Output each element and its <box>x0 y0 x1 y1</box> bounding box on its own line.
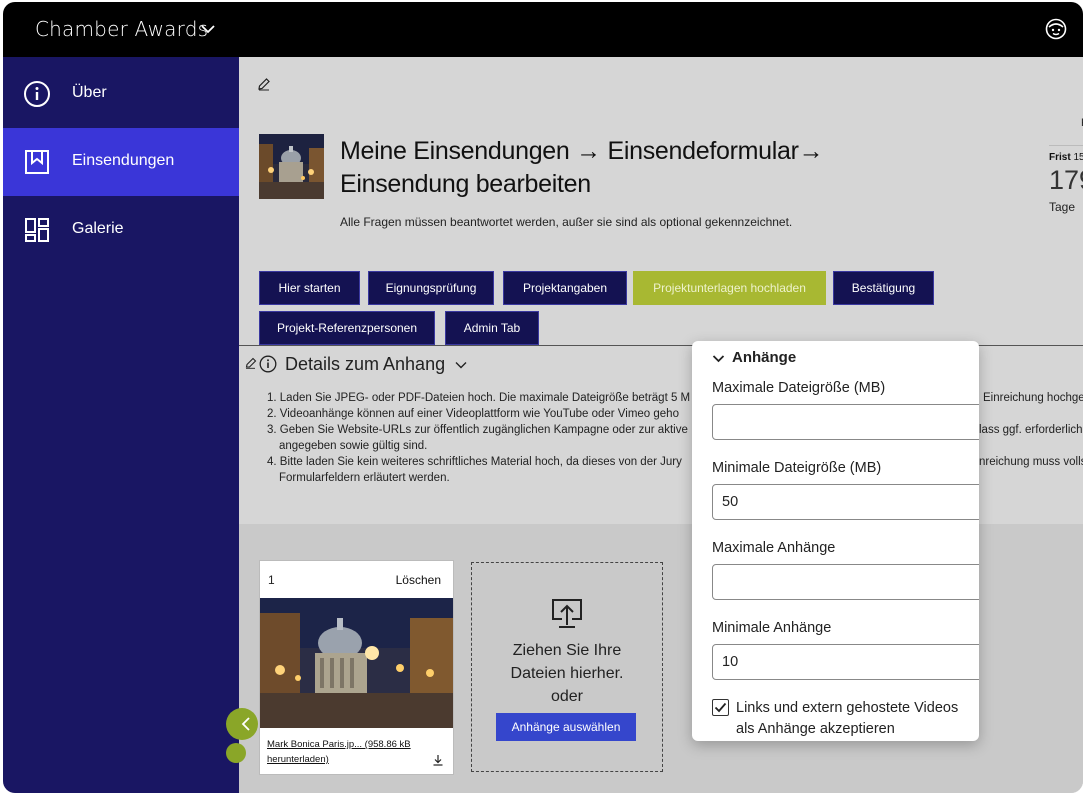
edit-icon[interactable] <box>257 77 271 91</box>
instruction-item: Einreichung hochge <box>983 392 1083 404</box>
sidebar-item-label: Galerie <box>72 220 124 237</box>
max-file-size-label: Maximale Dateigröße (MB) <box>712 380 886 396</box>
accept-links-checkbox[interactable] <box>712 699 729 716</box>
delete-button[interactable]: Löschen <box>396 573 441 587</box>
max-attachments-label: Maximale Anhänge <box>712 540 836 556</box>
drop-zone-line: oder <box>550 688 584 705</box>
deadline-header-text: K <box>1081 117 1083 129</box>
min-attachments-input[interactable] <box>712 644 979 680</box>
instruction-item: Formularfeldern erläutert werden. <box>279 472 450 484</box>
sidebar-item-submissions[interactable]: Einsendungen <box>3 128 239 196</box>
deadline-value: 15. <box>1073 152 1083 163</box>
days-label: Tage <box>1049 200 1076 214</box>
tab-eignungspruefung[interactable]: Eignungsprüfung <box>368 271 494 305</box>
deadline-date: Frist 15. <box>1049 152 1083 163</box>
app-title[interactable]: Chamber Awards <box>35 17 208 41</box>
instruction-item: 3. Geben Sie Website-URLs zur öffentlich… <box>267 424 688 436</box>
user-avatar-icon[interactable] <box>1045 18 1067 40</box>
chevron-down-icon[interactable] <box>454 358 468 372</box>
info-icon <box>259 355 277 373</box>
details-title: Details zum Anhang <box>285 354 446 374</box>
info-icon <box>24 81 50 107</box>
gallery-icon <box>25 218 49 242</box>
instruction-item: 1. Laden Sie JPEG- oder PDF-Dateien hoch… <box>267 392 691 404</box>
sidebar: Über Einsendungen Galerie <box>3 57 239 793</box>
tab-projekt-referenzpersonen[interactable]: Projekt-Referenzpersonen <box>259 311 435 345</box>
drop-zone-line: Ziehen Sie Ihre <box>512 642 622 659</box>
tab-projektunterlagen-hochladen[interactable]: Projektunterlagen hochladen <box>633 271 826 305</box>
max-file-size-input[interactable] <box>712 404 979 440</box>
sidebar-item-about[interactable]: Über <box>3 60 239 128</box>
panel-title: Anhänge <box>732 349 797 366</box>
app-window: Chamber Awards Über Einsendungen Galerie <box>3 2 1083 793</box>
sidebar-item-gallery[interactable]: Galerie <box>3 196 239 264</box>
page-subtitle: Alle Fragen müssen beantwortet werden, a… <box>340 215 793 229</box>
sidebar-item-label: Über <box>72 84 107 101</box>
max-attachments-input[interactable] <box>712 564 979 600</box>
tab-admin[interactable]: Admin Tab <box>445 311 539 345</box>
bookmark-icon <box>25 150 49 174</box>
nav-indicator[interactable] <box>226 743 246 763</box>
checkmark-icon <box>714 702 727 713</box>
instruction-item: lass ggf. erforderlich <box>979 424 1083 436</box>
attachment-card: 1 Löschen Mark Bonica Paris.jp... (958.8… <box>259 560 454 775</box>
upload-icon <box>552 599 582 628</box>
project-thumbnail <box>259 134 324 199</box>
edit-icon[interactable] <box>245 357 257 369</box>
drop-zone-line: Dateien hierher. <box>510 665 624 682</box>
instruction-item: 2. Videoanhänge können auf einer Videopl… <box>267 408 679 420</box>
previous-button[interactable] <box>226 708 258 740</box>
file-drop-zone[interactable]: Ziehen Sie Ihre Dateien hierher. oder An… <box>471 562 663 772</box>
days-remaining: 179 <box>1049 165 1083 195</box>
chevron-down-icon[interactable] <box>712 352 725 365</box>
divider <box>1049 145 1083 146</box>
tab-bestaetigung[interactable]: Bestätigung <box>833 271 934 305</box>
instruction-item: nreichung muss vollst <box>979 456 1083 468</box>
chevron-down-icon[interactable] <box>199 20 217 38</box>
instruction-item: 4. Bitte laden Sie kein weiteres schrift… <box>267 456 682 468</box>
tab-hier-starten[interactable]: Hier starten <box>259 271 360 305</box>
min-attachments-label: Minimale Anhänge <box>712 620 832 636</box>
min-file-size-input[interactable] <box>712 484 979 520</box>
select-attachments-button[interactable]: Anhänge auswählen <box>496 713 636 741</box>
drop-zone-text: Ziehen Sie Ihre Dateien hierher. oder <box>472 639 662 708</box>
instruction-item: angegeben sowie gültig sind. <box>279 440 428 452</box>
accept-links-label: Links und extern gehostete Videos als An… <box>736 700 959 737</box>
min-file-size-label: Minimale Dateigröße (MB) <box>712 460 882 476</box>
attachment-number: 1 <box>268 573 275 587</box>
top-bar: Chamber Awards <box>3 2 1083 57</box>
page-title: Einsendung bearbeiten <box>340 170 591 198</box>
attachment-download-link[interactable]: Mark Bonica Paris.jp... (958.86 kB herun… <box>267 737 437 767</box>
chevron-left-icon <box>241 717 250 731</box>
attachments-settings-panel: Anhänge Maximale Dateigröße (MB) Minimal… <box>692 341 979 741</box>
tab-projektangaben[interactable]: Projektangaben <box>503 271 627 305</box>
deadline-label: Frist <box>1049 152 1071 163</box>
download-icon[interactable] <box>432 754 444 766</box>
sidebar-item-label: Einsendungen <box>72 152 175 169</box>
attachment-preview-image[interactable] <box>260 598 453 728</box>
page-title-breadcrumb: Meine Einsendungen → Einsendeformular→ <box>340 137 824 165</box>
